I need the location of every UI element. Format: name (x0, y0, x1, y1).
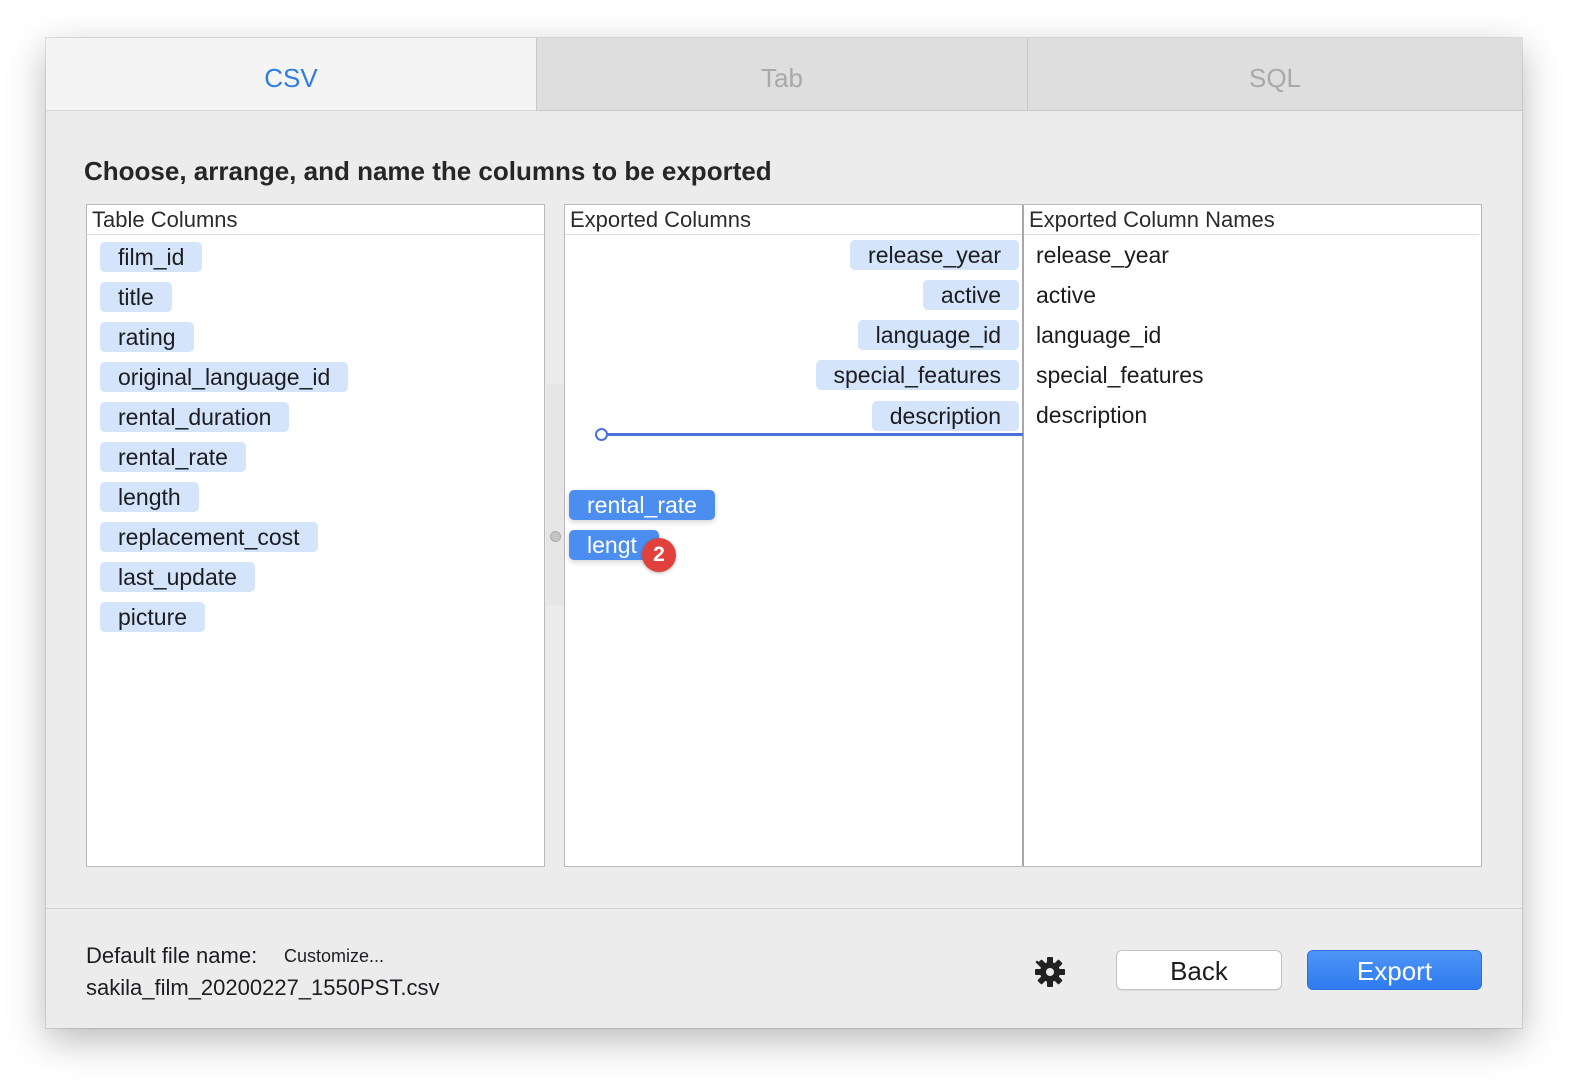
tab-csv[interactable]: CSV (46, 38, 536, 111)
page-title: Choose, arrange, and name the columns to… (84, 156, 772, 186)
exported-columns-table[interactable]: Exported Columns Exported Column Names r… (564, 204, 1482, 867)
name-cell-description[interactable]: description (1036, 400, 1147, 430)
default-file-name: sakila_film_20200227_1550PST.csv (86, 975, 440, 1000)
exported-columns-header: Exported Columns (565, 205, 1023, 235)
name-cell-active[interactable]: active (1036, 280, 1096, 310)
drag-count-badge: 2 (642, 538, 676, 572)
panel-splitter[interactable] (546, 384, 564, 606)
default-file-name-label: Default file name: (86, 943, 258, 968)
customize-button[interactable]: Customize... (284, 946, 384, 967)
column-pill-rental-rate[interactable]: rental_rate (100, 442, 246, 472)
tab-tab[interactable]: Tab (536, 38, 1027, 111)
exported-column-names-header: Exported Column Names (1023, 205, 1479, 235)
chevron-down-icon (1035, 960, 1051, 970)
exported-pill-language-id[interactable]: language_id (857, 320, 1019, 350)
settings-menu-button[interactable] (1034, 956, 1096, 988)
column-divider (1022, 205, 1024, 866)
column-pill-last-update[interactable]: last_update (100, 562, 255, 592)
column-pill-rental-duration[interactable]: rental_duration (100, 402, 290, 432)
drag-pill-rental-rate: rental_rate (569, 490, 715, 520)
exported-pill-description[interactable]: description (871, 401, 1019, 431)
format-tabbar: CSV Tab SQL (46, 38, 1522, 112)
drop-indicator-dot (595, 428, 608, 441)
column-pill-picture[interactable]: picture (100, 602, 206, 632)
name-cell-release-year[interactable]: release_year (1036, 240, 1169, 270)
column-pill-original-language-id[interactable]: original_language_id (100, 362, 349, 392)
exported-pill-active[interactable]: active (922, 280, 1019, 310)
column-pill-title[interactable]: title (100, 282, 172, 312)
exported-pill-release-year[interactable]: release_year (850, 240, 1019, 270)
footer-divider (46, 908, 1522, 909)
column-pill-length[interactable]: length (100, 482, 199, 512)
back-button[interactable]: Back (1116, 950, 1282, 990)
table-columns-list[interactable]: Table Columns film_id title rating origi… (86, 204, 545, 867)
column-pill-film-id[interactable]: film_id (100, 242, 203, 272)
name-cell-special-features[interactable]: special_features (1036, 360, 1204, 390)
tab-sql[interactable]: SQL (1027, 38, 1522, 111)
drop-indicator-line (601, 433, 1023, 436)
export-dialog: CSV Tab SQL Choose, arrange, and name th… (46, 38, 1522, 1028)
exported-pill-special-features[interactable]: special_features (815, 360, 1019, 390)
export-button[interactable]: Export (1307, 950, 1482, 990)
name-cell-language-id[interactable]: language_id (1036, 320, 1161, 350)
table-columns-header: Table Columns (87, 205, 544, 235)
column-pill-replacement-cost[interactable]: replacement_cost (100, 522, 318, 552)
splitter-handle[interactable] (550, 531, 561, 542)
column-pill-rating[interactable]: rating (100, 322, 194, 352)
